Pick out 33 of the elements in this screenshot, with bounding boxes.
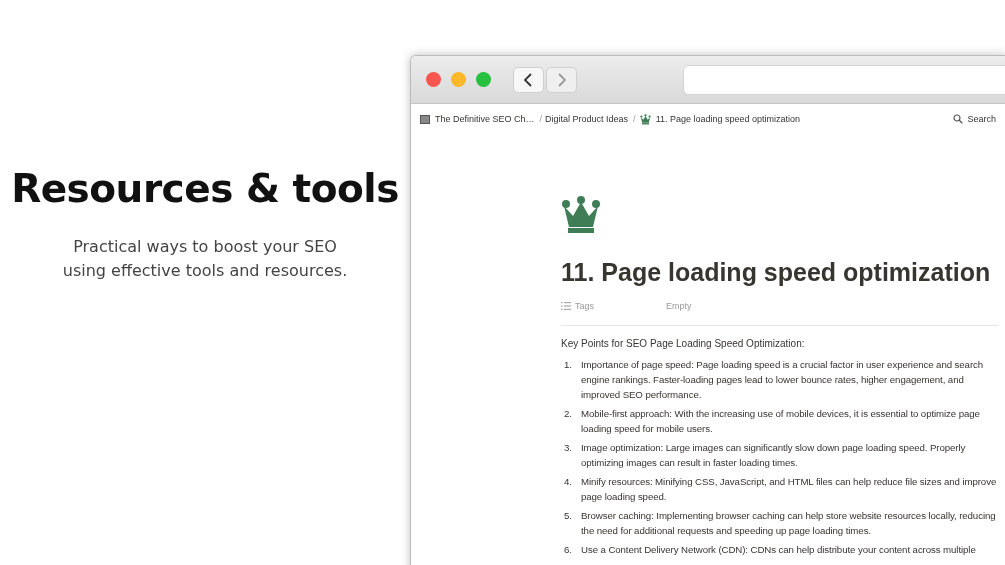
search-icon bbox=[953, 114, 964, 124]
page-title: 11. Page loading speed optimization bbox=[561, 258, 992, 287]
breadcrumb-link[interactable]: Digital Product Ideas bbox=[543, 114, 631, 124]
list-item-text: Browser caching: Implementing browser caching can help store website resources locally, reducing the need for additional requests and speeding up page loading times. bbox=[581, 509, 997, 538]
list-number: 2. bbox=[563, 407, 573, 421]
property-label: Tags bbox=[575, 301, 594, 311]
image-icon bbox=[420, 114, 430, 124]
promo-heading: Resources & tools bbox=[11, 166, 399, 211]
crown-icon bbox=[639, 113, 651, 125]
list-number: 3. bbox=[563, 441, 573, 455]
breadcrumb-link[interactable]: The Definitive SEO Ch… bbox=[433, 114, 537, 124]
intro-text: Key Points for SEO Page Loading Speed Optimization: bbox=[561, 338, 806, 349]
breadcrumb-separator: / bbox=[538, 114, 544, 124]
list-item-text: Image optimization: Large images can significantly slow down page loading speed. Properly optimizing images can result in faster loading times. bbox=[581, 441, 967, 470]
promo-subtitle: Practical ways to boost your SEO using effective tools and resources. bbox=[61, 236, 349, 282]
back-button[interactable] bbox=[513, 66, 544, 93]
search-button[interactable]: Search bbox=[953, 114, 996, 124]
crown-icon bbox=[561, 196, 601, 234]
list-number: 4. bbox=[563, 475, 573, 489]
list-icon bbox=[561, 302, 571, 310]
list-item-text: Use a Content Delivery Network (CDN): CDNs can help distribute your content across multiple bbox=[581, 543, 977, 557]
list-item-text: Importance of page speed: Page loading speed is a crucial factor in user experience and search engine rankings. Faster-loading pages lead to lower bounce rates, higher engagement, and improved SEO performance. bbox=[581, 358, 985, 402]
breadcrumb-separator: / bbox=[632, 114, 637, 124]
close-button[interactable] bbox=[426, 72, 441, 87]
list-number: 6. bbox=[563, 543, 573, 557]
zoom-button[interactable] bbox=[476, 72, 491, 87]
list-item-text: Minify resources: Minifying CSS, JavaScript, and HTML files can help reduce file sizes and improve page loading speed. bbox=[581, 475, 998, 504]
minimize-button[interactable] bbox=[451, 72, 466, 87]
list-number: 5. bbox=[563, 509, 573, 523]
address-field[interactable] bbox=[683, 64, 1005, 95]
list-item-text: Mobile-first approach: With the increasing use of mobile devices, it is essential to optimize page loading speed for mobile users. bbox=[581, 407, 981, 436]
list-number: 1. bbox=[563, 358, 573, 372]
breadcrumb-link[interactable]: 11. Page loading speed optimization bbox=[653, 114, 803, 124]
